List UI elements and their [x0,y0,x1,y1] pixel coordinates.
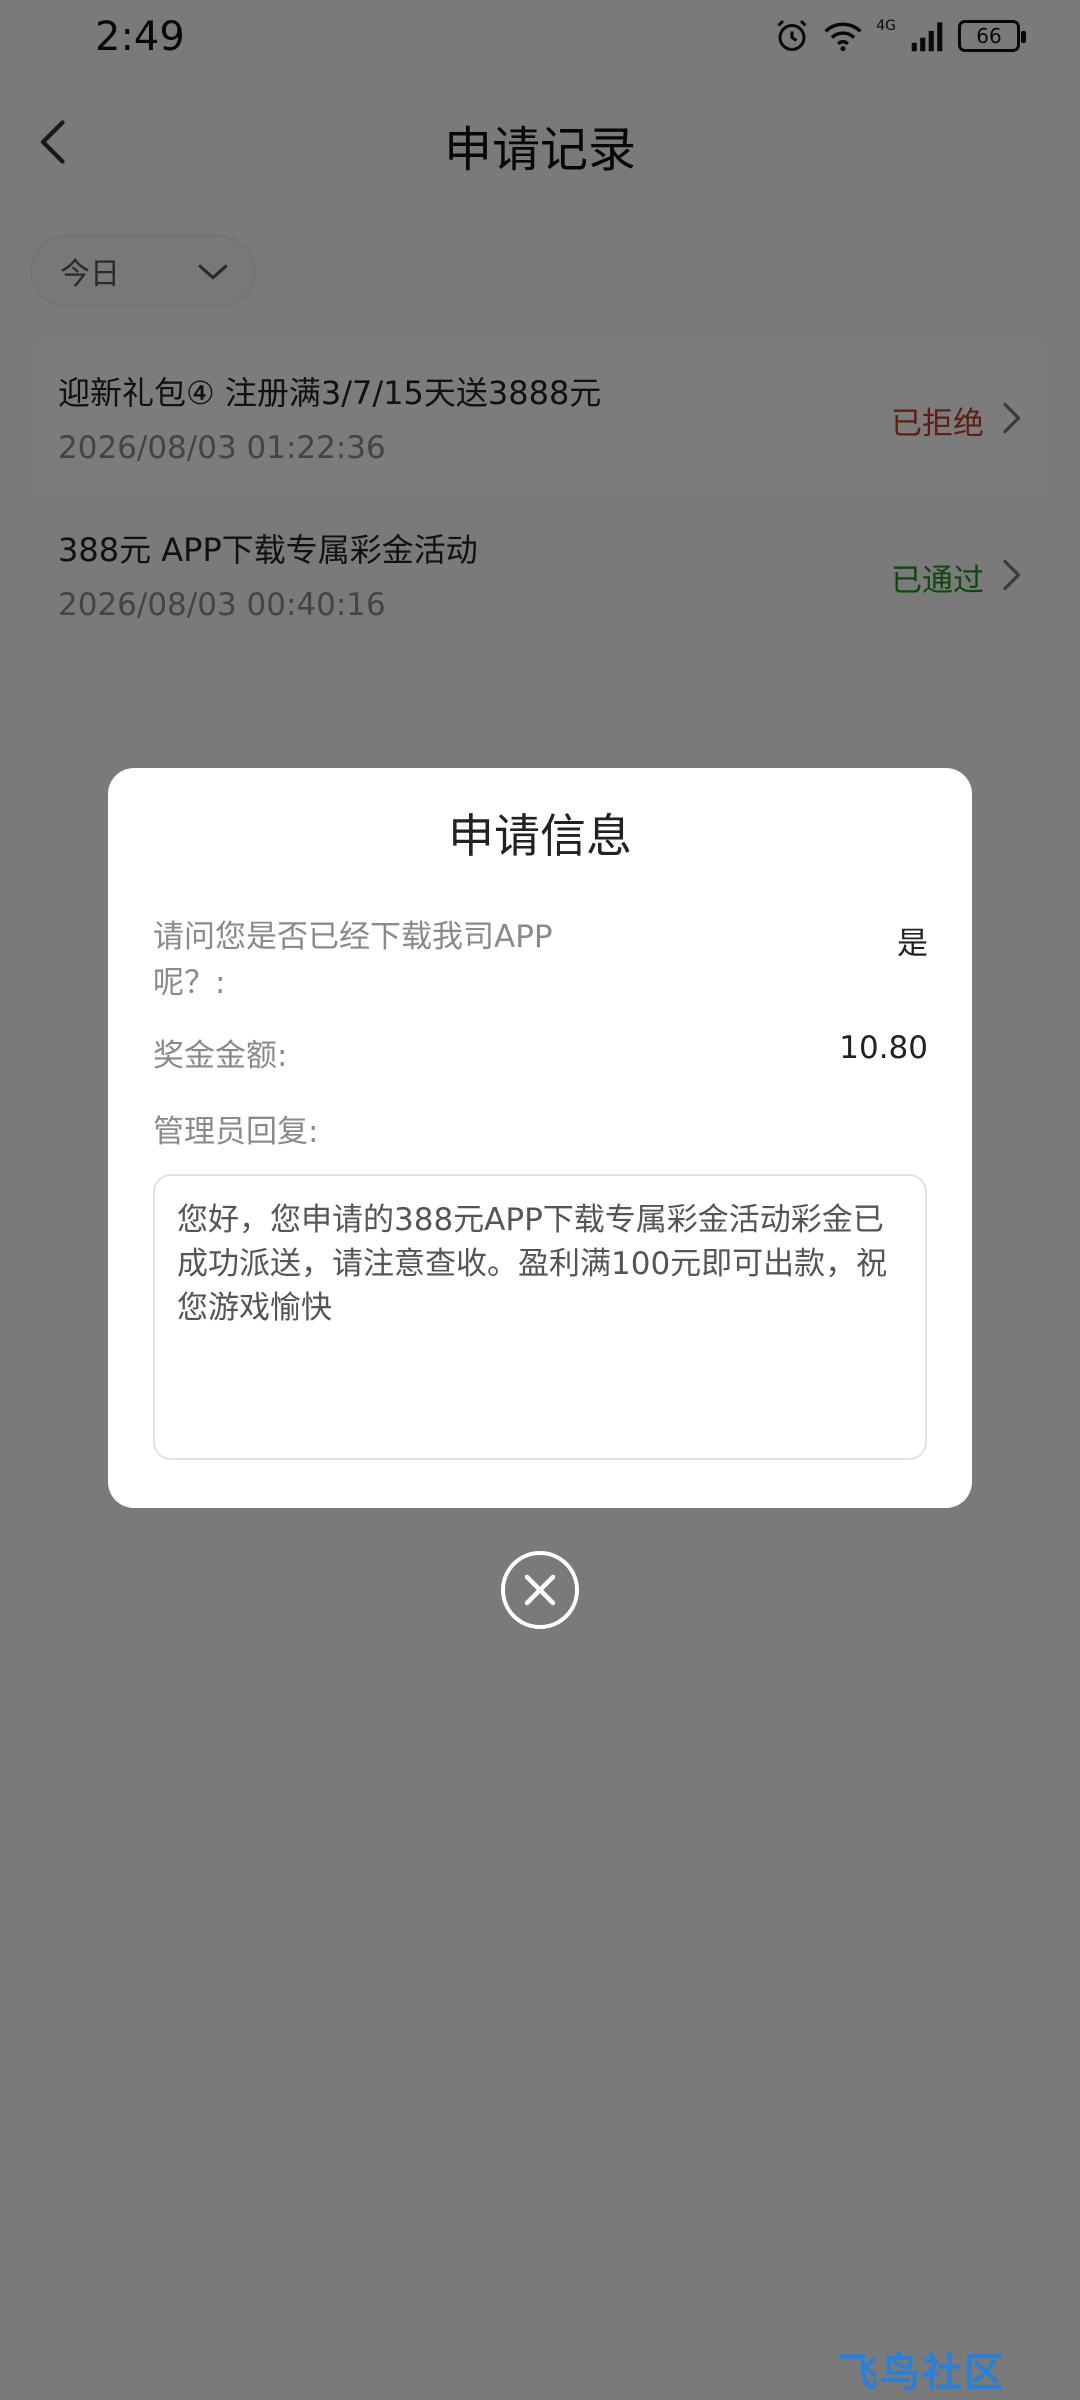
admin-reply-box: 您好，您申请的388元APP下载专属彩金活动彩金已成功派送，请注意查收。盈利满1… [153,1174,927,1460]
amount-label: 奖金金额: [153,1038,288,1074]
question-label: 请问您是否已经下载我司APP呢？: [153,919,553,1001]
question-value: 是 [897,926,928,962]
close-icon[interactable] [500,1550,580,1630]
admin-reply-label: 管理员回复: [153,1114,319,1150]
application-info-dialog: 申请信息 请问您是否已经下载我司APP呢？: 是 奖金金额: 10.80 管理员… [108,768,972,1508]
admin-reply-text: 您好，您申请的388元APP下载专属彩金活动彩金已成功派送，请注意查收。盈利满1… [177,1202,888,1326]
watermark-text: 飞鸟社区 [838,2350,1006,2396]
watermark-logo: 飞鸟社区 [838,2340,1006,2398]
dialog-title: 申请信息 [448,809,632,863]
amount-value: 10.80 [839,1030,928,1066]
